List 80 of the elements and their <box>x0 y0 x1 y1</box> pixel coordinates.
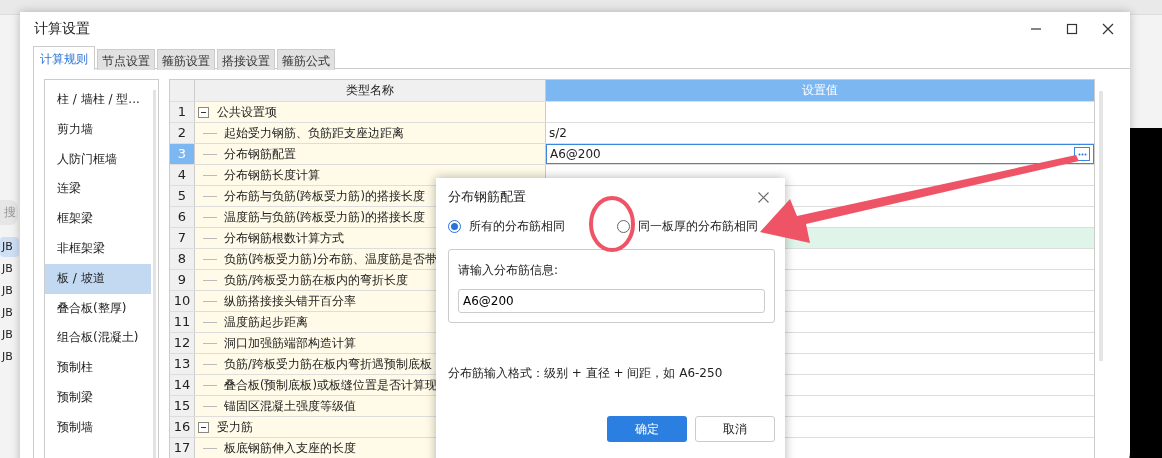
sidebar-item[interactable]: 预制柱 <box>45 353 151 383</box>
list-item[interactable]: JB <box>0 237 19 257</box>
table-cell: 温度筋起步距离 <box>224 314 308 330</box>
table-cell: 分布钢筋配置 <box>224 146 296 162</box>
table-cell: 受力筋 <box>217 418 253 436</box>
row-number: 6 <box>170 207 195 227</box>
row-number: 13 <box>170 354 195 374</box>
column-header: 类型名称 <box>195 80 546 101</box>
table-cell: 起始受力钢筋、负筋距支座边距离 <box>224 125 404 141</box>
table-cell: 分布钢筋长度计算 <box>224 167 320 183</box>
tab[interactable]: 箍筋设置 <box>157 49 215 70</box>
column-header: 设置值 <box>546 80 1094 101</box>
list-item[interactable]: JB <box>0 325 19 345</box>
table-cell: 叠合板(预制底板)或板缝位置是否计算现 <box>224 377 437 393</box>
row-number: 17 <box>170 438 195 458</box>
sidebar-item[interactable]: 剪力墙 <box>45 114 151 145</box>
close-icon[interactable] <box>758 191 769 203</box>
radio-label: 同一板厚的分布筋相同 <box>638 217 758 235</box>
collapse-icon[interactable] <box>198 106 209 118</box>
sidebar-item[interactable]: 板 / 坡道 <box>45 263 151 294</box>
sidebar-item[interactable]: 框架梁 <box>45 204 151 234</box>
value-cell[interactable]: A6@200 <box>546 144 1094 164</box>
radio-button[interactable] <box>617 219 630 233</box>
table-cell: 公共设置项 <box>217 103 277 121</box>
table-cell: 纵筋搭接接头错开百分率 <box>224 293 356 309</box>
maximize-icon[interactable] <box>1066 23 1078 35</box>
list-item[interactable]: JB <box>0 281 19 301</box>
row-number: 12 <box>170 333 195 353</box>
table-cell: 分布筋与负筋(跨板受力筋)的搭接长度 <box>224 188 425 204</box>
row-number: 11 <box>170 312 195 332</box>
tab[interactable]: 搭接设置 <box>217 49 275 70</box>
more-button[interactable] <box>1074 147 1090 161</box>
confirm-button[interactable]: 确定 <box>607 416 687 442</box>
radio-label: 所有的分布筋相同 <box>469 217 565 235</box>
list-item[interactable]: JB <box>0 303 19 323</box>
row-number: 8 <box>170 249 195 269</box>
row-number: 16 <box>170 417 195 437</box>
window-title: 计算设置 <box>34 20 90 38</box>
row-number: 9 <box>170 270 195 290</box>
sidebar-item[interactable]: 人防门框墙 <box>45 144 151 175</box>
ellipsis-icon <box>1077 152 1087 156</box>
row-number: 10 <box>170 291 195 311</box>
table-cell: 负筋/跨板受力筋在板内的弯折长度 <box>224 272 408 288</box>
table-cell: 分布钢筋根数计算方式 <box>224 230 344 246</box>
list-item[interactable]: JB <box>0 347 19 367</box>
table-cell: 锚固区混凝土强度等级值 <box>224 398 356 414</box>
row-number: 7 <box>170 228 195 248</box>
tab[interactable]: 箍筋公式 <box>277 49 335 70</box>
sidebar-item[interactable]: 叠合板(整厚) <box>45 293 151 324</box>
dialog-title: 分布钢筋配置 <box>448 188 526 206</box>
row-number: 1 <box>170 102 195 122</box>
tab[interactable]: 计算规则 <box>33 46 95 70</box>
close-icon[interactable] <box>1102 23 1114 35</box>
sidebar-item[interactable]: 预制墙 <box>45 412 151 443</box>
table-cell: 洞口加强筋端部构造计算 <box>224 335 356 351</box>
table-cell: 负筋/跨板受力筋在板内弯折遇预制底板 <box>224 356 432 372</box>
table-cell: 板底钢筋伸入支座的长度 <box>224 440 356 456</box>
row-number: 14 <box>170 375 195 395</box>
table-cell: 负筋(跨板受力筋)分布筋、温度筋是否带 <box>224 251 437 267</box>
table-cell: 温度筋与负筋(跨板受力筋)的搭接长度 <box>224 209 425 225</box>
sidebar-item[interactable]: 组合板(混凝土) <box>45 323 151 354</box>
row-number: 5 <box>170 186 195 206</box>
format-hint: 分布筋输入格式：级别 + 直径 + 间距，如 A6-250 <box>448 365 724 382</box>
value-cell[interactable]: s/2 <box>546 123 1094 143</box>
input-field[interactable]: A6@200 <box>458 289 765 313</box>
row-number: 4 <box>170 165 195 185</box>
sidebar-item[interactable]: 连梁 <box>45 174 151 205</box>
annotation-circle <box>589 196 635 252</box>
list-item[interactable]: JB <box>0 259 19 279</box>
row-number: 2 <box>170 123 195 143</box>
radio-button[interactable] <box>448 219 461 233</box>
sidebar-item[interactable]: 非框架梁 <box>45 234 151 264</box>
sidebar-item[interactable]: 预制梁 <box>45 382 151 413</box>
field-label: 请输入分布筋信息: <box>458 262 560 279</box>
tab[interactable]: 节点设置 <box>97 49 155 70</box>
row-number: 3 <box>170 144 195 164</box>
collapse-icon[interactable] <box>198 421 209 433</box>
row-number: 15 <box>170 396 195 416</box>
cancel-button[interactable]: 取消 <box>695 416 775 442</box>
sidebar-item[interactable]: 柱 / 墙柱 / 型... <box>45 85 151 115</box>
